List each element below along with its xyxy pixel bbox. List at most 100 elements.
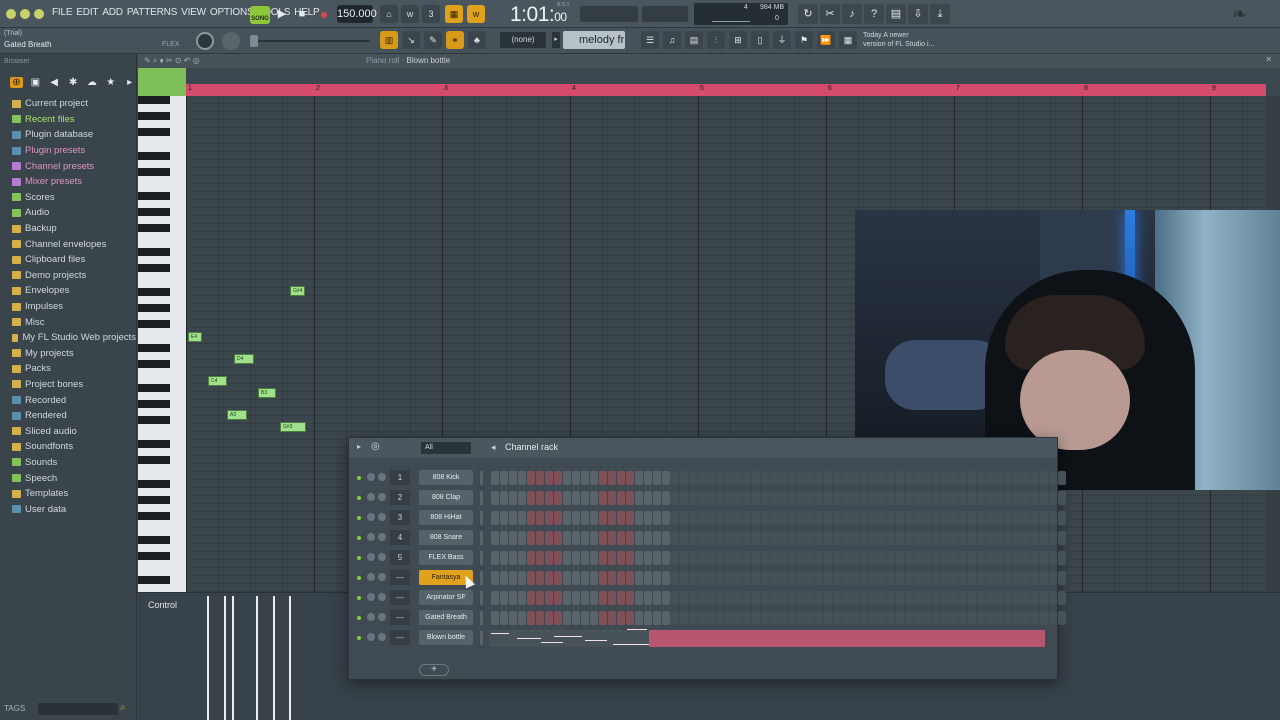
step-button[interactable]	[509, 551, 517, 565]
undo-history-icon[interactable]: ↻	[798, 4, 818, 24]
channel-mute-led[interactable]	[357, 596, 361, 600]
step-button[interactable]	[977, 591, 985, 605]
blend-recording-icon[interactable]: w	[467, 5, 485, 23]
step-button[interactable]	[1031, 511, 1039, 525]
channel-mute-led[interactable]	[357, 516, 361, 520]
mixer-track-number[interactable]: 5	[390, 550, 410, 565]
step-button[interactable]	[1040, 491, 1048, 505]
step-button[interactable]	[932, 471, 940, 485]
browser-item[interactable]: Channel presets	[12, 158, 136, 174]
velocity-bar[interactable]	[273, 596, 275, 720]
step-button[interactable]	[779, 571, 787, 585]
step-button[interactable]	[950, 551, 958, 565]
step-button[interactable]	[581, 591, 589, 605]
step-button[interactable]	[986, 471, 994, 485]
step-button[interactable]	[914, 571, 922, 585]
step-button[interactable]	[608, 491, 616, 505]
step-button[interactable]	[608, 531, 616, 545]
step-button[interactable]	[869, 531, 877, 545]
step-button[interactable]	[1031, 571, 1039, 585]
black-key[interactable]	[138, 384, 170, 392]
step-button[interactable]	[851, 491, 859, 505]
step-button[interactable]	[707, 591, 715, 605]
step-button[interactable]	[815, 471, 823, 485]
step-button[interactable]	[1031, 471, 1039, 485]
step-button[interactable]	[536, 571, 544, 585]
step-button[interactable]	[608, 591, 616, 605]
step-button[interactable]	[563, 611, 571, 625]
channel-mute-led[interactable]	[357, 636, 361, 640]
step-button[interactable]	[932, 511, 940, 525]
black-key[interactable]	[138, 480, 170, 488]
step-button[interactable]	[644, 591, 652, 605]
step-button[interactable]	[941, 611, 949, 625]
step-button[interactable]	[725, 511, 733, 525]
step-button[interactable]	[671, 551, 679, 565]
step-button[interactable]	[806, 591, 814, 605]
step-button[interactable]	[680, 471, 688, 485]
stop-icon[interactable]: ■	[292, 5, 312, 23]
browser-item[interactable]: Plugin presets	[12, 143, 136, 159]
microphone-icon[interactable]: ♪	[842, 4, 862, 24]
channel-name-button[interactable]: 808 Clap	[419, 490, 473, 505]
step-button[interactable]	[572, 571, 580, 585]
step-button[interactable]	[896, 511, 904, 525]
channel-name-button[interactable]: Arpinator SF	[419, 590, 473, 605]
step-button[interactable]	[905, 611, 913, 625]
stamp-icon[interactable]: ♣	[468, 31, 486, 49]
step-button[interactable]	[932, 611, 940, 625]
step-button[interactable]	[689, 491, 697, 505]
step-button[interactable]	[725, 551, 733, 565]
channel-volume-knob[interactable]	[378, 513, 386, 521]
piano-roll-tools-icon[interactable]: ✎ ⌕ ♦ ✂ ⊙ ↶ ◎	[144, 56, 200, 66]
channel-name-button[interactable]: Gated Breath	[419, 610, 473, 625]
step-button[interactable]	[770, 471, 778, 485]
step-button[interactable]	[770, 551, 778, 565]
step-button[interactable]	[734, 611, 742, 625]
step-button[interactable]	[833, 591, 841, 605]
black-key[interactable]	[138, 304, 170, 312]
step-button[interactable]	[968, 551, 976, 565]
browser-item[interactable]: Audio	[12, 205, 136, 221]
mixer-track-number[interactable]: ---	[390, 630, 410, 645]
browser-item[interactable]: Misc	[12, 314, 136, 330]
step-button[interactable]	[932, 491, 940, 505]
velocity-bar[interactable]	[207, 596, 209, 720]
step-button[interactable]	[1013, 591, 1021, 605]
step-button[interactable]	[824, 591, 832, 605]
step-button[interactable]	[689, 611, 697, 625]
midi-note[interactable]: B3	[258, 388, 276, 398]
step-button[interactable]	[509, 611, 517, 625]
step-button[interactable]	[626, 591, 634, 605]
step-button[interactable]	[725, 531, 733, 545]
step-button[interactable]	[815, 551, 823, 565]
step-button[interactable]	[554, 491, 562, 505]
step-button[interactable]	[599, 471, 607, 485]
step-button[interactable]	[671, 511, 679, 525]
black-key[interactable]	[138, 320, 170, 328]
step-button[interactable]	[554, 571, 562, 585]
step-button[interactable]	[1031, 611, 1039, 625]
step-button[interactable]	[869, 511, 877, 525]
step-button[interactable]	[518, 531, 526, 545]
tags-input[interactable]	[38, 703, 118, 715]
step-button[interactable]	[590, 471, 598, 485]
browser-item[interactable]: Soundfonts	[12, 439, 136, 455]
step-button[interactable]	[662, 571, 670, 585]
step-button[interactable]	[707, 611, 715, 625]
channel-pan-knob[interactable]	[367, 553, 375, 561]
step-button[interactable]	[518, 511, 526, 525]
menu-add[interactable]: ADD	[100, 7, 125, 18]
black-key[interactable]	[138, 152, 170, 160]
step-button[interactable]	[644, 611, 652, 625]
snap-mode-icon[interactable]: ▥	[380, 31, 398, 49]
step-button[interactable]	[572, 611, 580, 625]
step-button[interactable]	[941, 591, 949, 605]
step-button[interactable]	[1058, 611, 1066, 625]
step-button[interactable]	[698, 611, 706, 625]
browser-back-icon[interactable]: ◀	[48, 77, 61, 88]
channel-pan-knob[interactable]	[367, 473, 375, 481]
step-button[interactable]	[1004, 471, 1012, 485]
step-button[interactable]	[860, 511, 868, 525]
step-button[interactable]	[851, 611, 859, 625]
